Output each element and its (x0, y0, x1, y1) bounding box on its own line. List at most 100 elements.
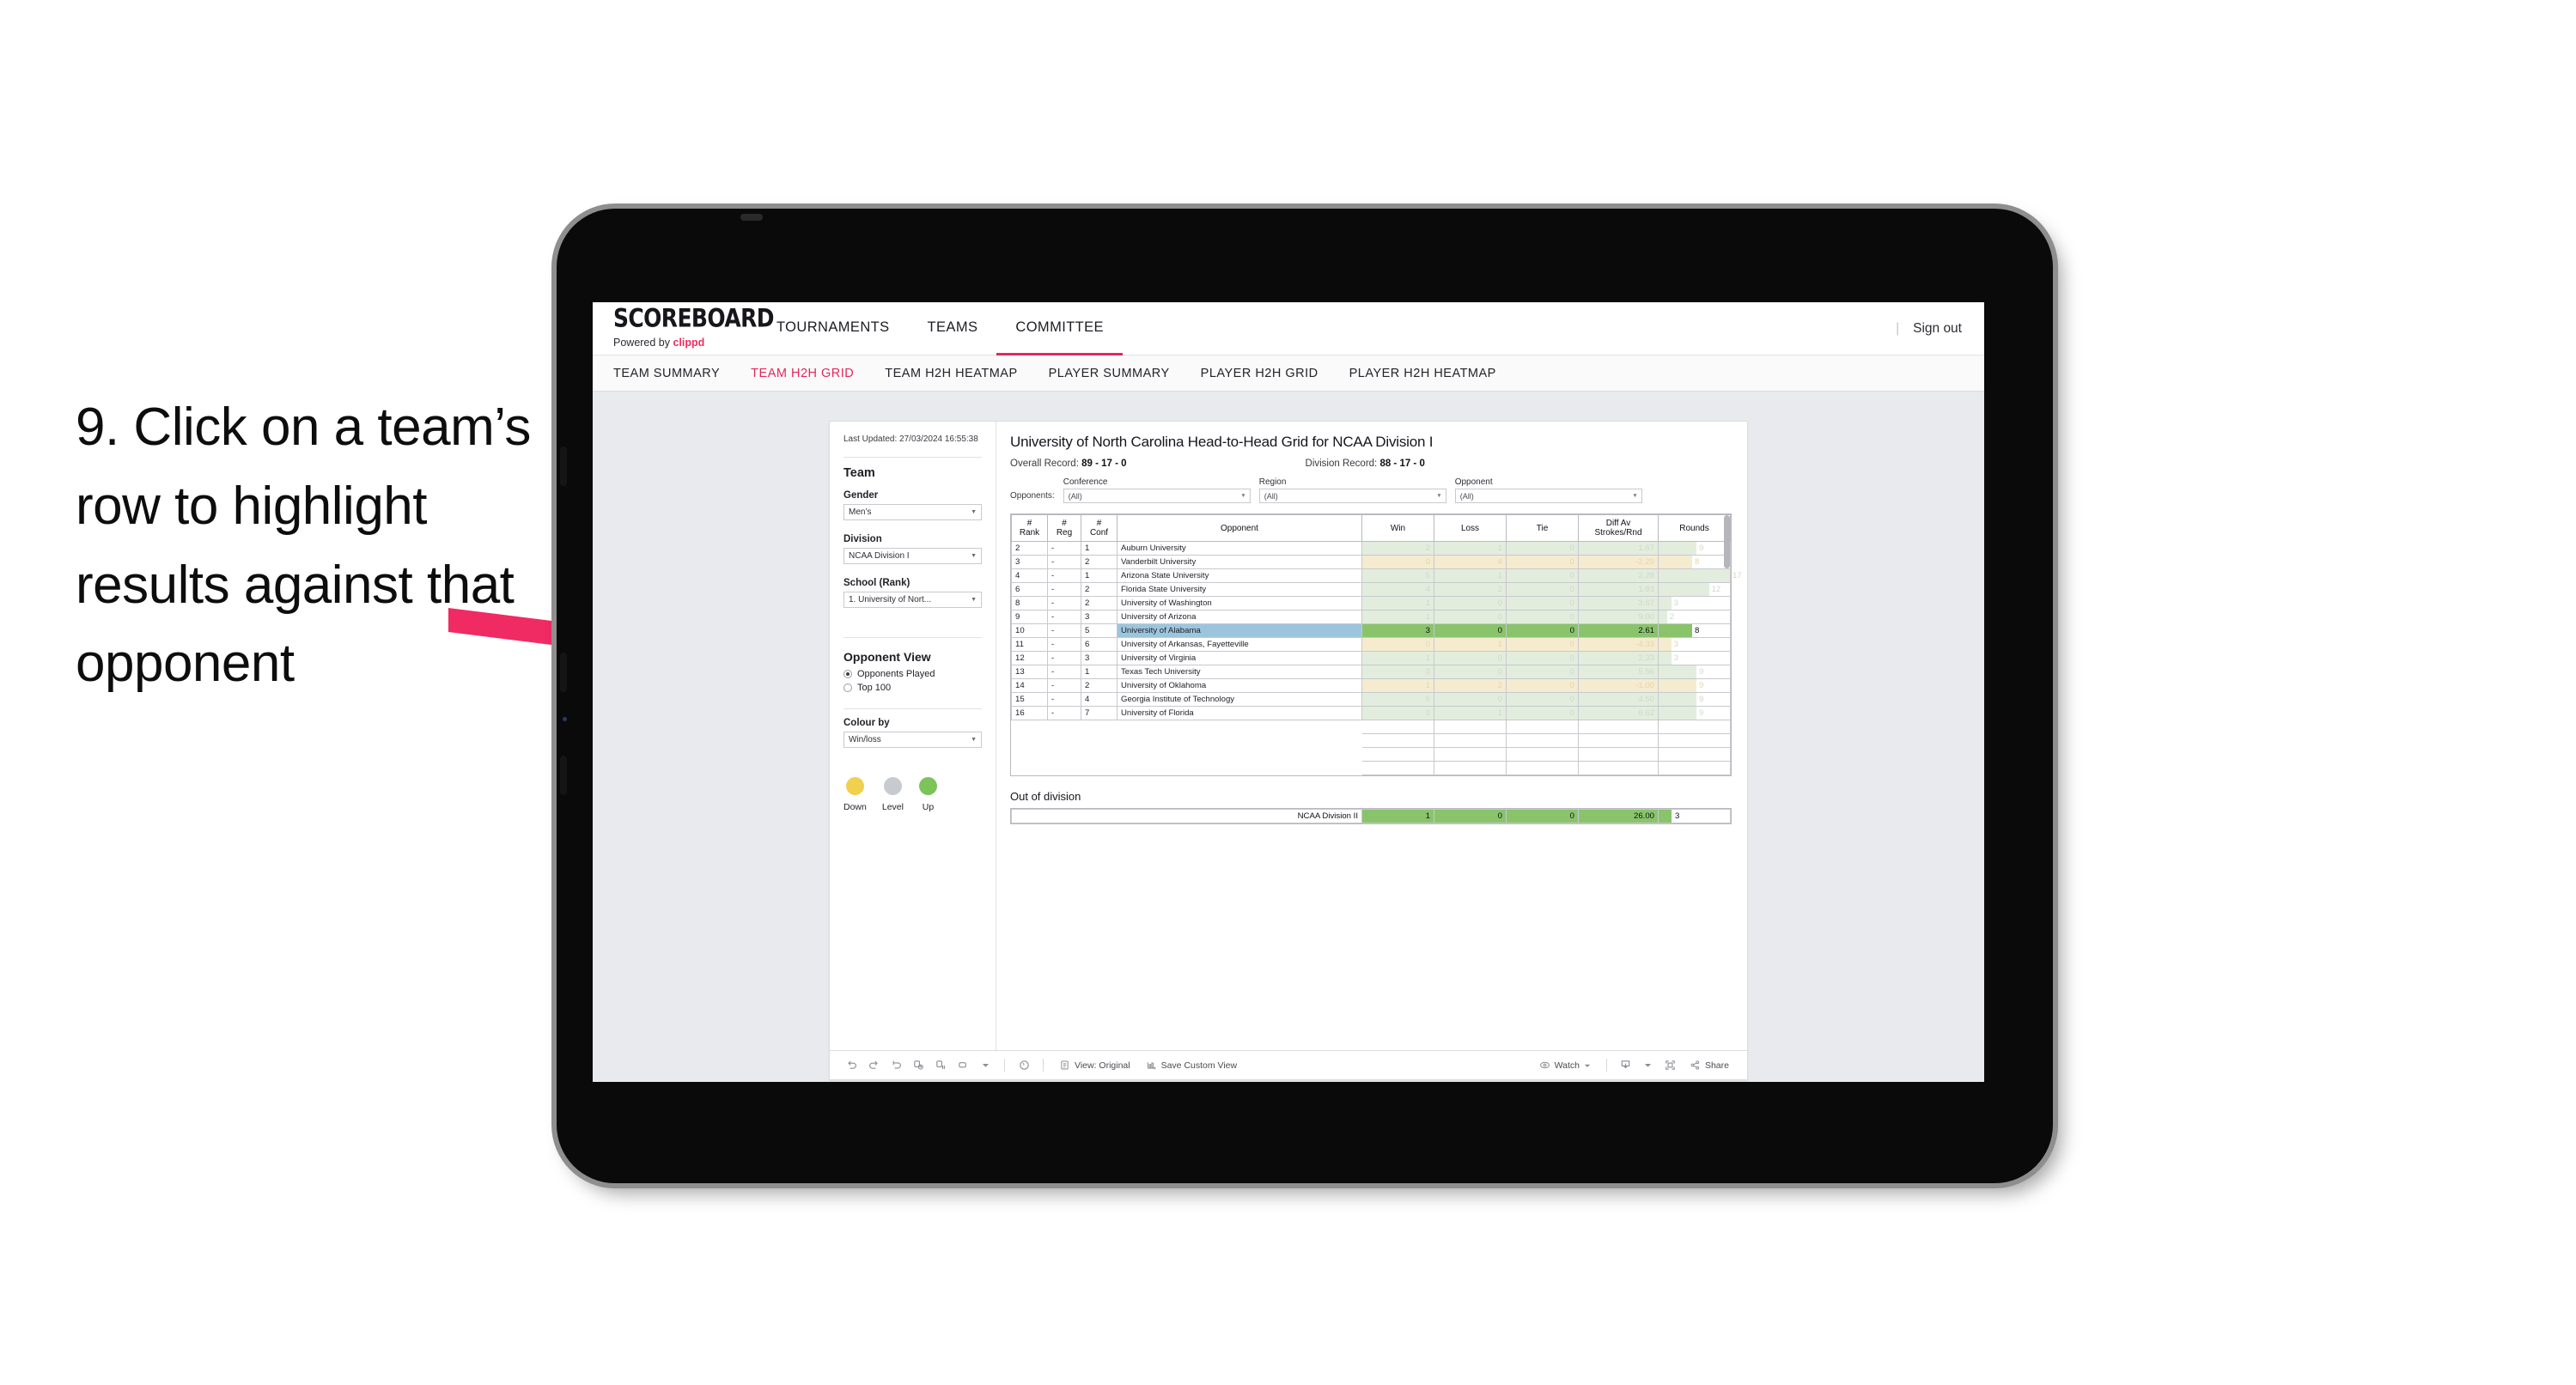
dashboard-card: Last Updated: 27/03/2024 16:55:38 Team G… (829, 421, 1748, 1080)
legend-item-level: Level (882, 776, 904, 814)
table-row[interactable]: 11-6 University of Arkansas, Fayetteville… (1011, 637, 1731, 652)
header-divider: | (1896, 320, 1900, 336)
filter-opponent-select[interactable]: (All) ▼ (1454, 489, 1642, 503)
filter-region-select[interactable]: (All) ▼ (1258, 489, 1446, 503)
table-row[interactable]: 15-4 Georgia Institute of Technology 5 0 0 4.… (1011, 692, 1731, 707)
cell-diff: 3.67 (1578, 596, 1659, 610)
outdiv-cell-loss: 0 (1434, 809, 1507, 823)
app-logo[interactable]: SCOREBOARD Powered by clippd (593, 305, 775, 349)
cell-win: 2 (1361, 541, 1434, 556)
caret-down-icon[interactable] (1637, 1054, 1659, 1077)
refresh-icon[interactable] (907, 1054, 929, 1077)
nav-tab-tournaments[interactable]: TOURNAMENTS (758, 302, 909, 355)
rounds-value: 12 (1711, 585, 1721, 594)
toolbar-separator-1 (1004, 1059, 1005, 1072)
save-custom-view-button[interactable]: Save Custom View (1138, 1060, 1245, 1071)
table-row[interactable]: 2-1 Auburn University 2 1 0 1.67 9 (1011, 541, 1731, 556)
colour-by-select[interactable]: Win/loss ▼ (843, 731, 982, 748)
share-button[interactable]: Share (1682, 1060, 1737, 1071)
cell-loss: 2 (1434, 582, 1507, 597)
download-icon[interactable] (1615, 1054, 1637, 1077)
cell-rounds: 8 (1658, 555, 1731, 569)
h2h-grid-table: # Rank # Reg # Conf Opponent Win Loss Tie D… (1011, 514, 1742, 775)
table-row[interactable]: 6-2 Florida State University 4 2 0 1.83 12 (1011, 582, 1731, 597)
cell-diff: 5.56 (1578, 665, 1659, 679)
caret-down-icon[interactable] (974, 1054, 996, 1077)
cell-rounds: 12 (1658, 582, 1731, 597)
cell-win: 1 (1361, 678, 1434, 693)
rounds-bar (1659, 652, 1672, 665)
cell-empty (1011, 747, 1048, 762)
subnav-team-summary[interactable]: TEAM SUMMARY (613, 367, 720, 380)
cell-rank: 2 (1011, 541, 1048, 556)
school-rank-select[interactable]: 1. University of Nort... ▼ (843, 591, 982, 608)
cell-diff: 2.61 (1578, 623, 1659, 638)
division-select[interactable]: NCAA Division I ▼ (843, 547, 982, 564)
radio-opponents-played[interactable]: Opponents Played (843, 669, 982, 679)
cell-empty (1011, 733, 1048, 748)
table-row[interactable]: 8-2 University of Washington 1 0 0 3.67 3 (1011, 596, 1731, 610)
legend-dot-up-icon (918, 776, 937, 795)
rounds-value: 3 (1674, 811, 1680, 821)
cell-empty (1011, 761, 1048, 775)
outdiv-cell-diff: 26.00 (1578, 809, 1659, 823)
cell-opponent: University of Washington (1117, 596, 1362, 610)
cell-opponent: Auburn University (1117, 541, 1362, 556)
subnav-player-summary[interactable]: PLAYER SUMMARY (1049, 367, 1170, 380)
sign-out-link[interactable]: Sign out (1913, 321, 1962, 337)
cell-loss: 0 (1434, 665, 1507, 679)
table-row[interactable]: 4-1 Arizona State University 5 1 0 2.28 17 (1011, 568, 1742, 583)
cell-empty (1047, 733, 1081, 748)
rounds-value: 17 (1733, 571, 1742, 580)
rounds-value: 3 (1673, 640, 1678, 649)
nav-tab-committee[interactable]: COMMITTEE (996, 302, 1123, 355)
rounds-value: 3 (1673, 653, 1678, 663)
pause-icon[interactable] (929, 1054, 952, 1077)
filter-conference-select[interactable]: (All) ▼ (1063, 489, 1251, 503)
comment-icon[interactable] (1013, 1054, 1035, 1077)
cell-diff: -1.00 (1578, 678, 1659, 693)
cell-rank: 8 (1011, 596, 1048, 610)
filter-opponent-label: Opponent (1454, 477, 1493, 487)
cell-diff: 4.50 (1578, 692, 1659, 707)
fullscreen-icon[interactable] (1659, 1054, 1682, 1077)
table-row[interactable]: 9-3 University of Arizona 1 0 0 9.00 2 (1011, 610, 1731, 624)
subnav-player-h2h-heatmap[interactable]: PLAYER H2H HEATMAP (1349, 367, 1496, 380)
filter-conference-label: Conference (1063, 477, 1108, 487)
cell-empty (1081, 747, 1117, 762)
table-row[interactable]: 12-3 University of Virginia 1 0 0 2.33 3 (1011, 651, 1731, 665)
cell-rank: 12 (1011, 651, 1048, 665)
subnav-player-h2h-grid[interactable]: PLAYER H2H GRID (1201, 367, 1318, 380)
table-vertical-scrollbar[interactable] (1724, 515, 1730, 568)
overall-record-label: Overall Record: (1010, 459, 1082, 469)
watch-label: Watch (1554, 1060, 1580, 1071)
radio-top-100[interactable]: Top 100 (843, 683, 982, 693)
h2h-grid-table-wrapper[interactable]: # Rank # Reg # Conf Opponent Win Loss Tie D… (1010, 513, 1742, 776)
cell-conf: 2 (1081, 596, 1117, 610)
revert-icon[interactable] (885, 1054, 907, 1077)
out-of-division-row[interactable]: NCAA Division II 1 0 0 26.00 3 (1011, 809, 1731, 823)
table-row[interactable]: 13-1 Texas Tech University 3 0 0 5.56 9 (1011, 665, 1731, 679)
gender-select[interactable]: Men’s ▼ (843, 503, 982, 520)
cell-empty (1047, 761, 1081, 775)
table-row[interactable]: 10-5 University of Alabama 3 0 0 2.61 8 (1011, 623, 1731, 638)
redo-icon[interactable] (862, 1054, 885, 1077)
cell-conf: 1 (1081, 541, 1117, 556)
cell-rounds: 3 (1658, 596, 1731, 610)
cell-loss: 1 (1434, 541, 1507, 556)
view-original-button[interactable]: View: Original (1051, 1060, 1138, 1071)
rounds-bar (1659, 665, 1696, 678)
table-row[interactable]: 3-2 Vanderbilt University 0 4 0 -2.29 8 (1011, 555, 1731, 569)
watch-button[interactable]: Watch (1532, 1060, 1599, 1071)
cell-rounds: 9 (1658, 665, 1731, 679)
nav-tab-teams[interactable]: TEAMS (909, 302, 997, 355)
toolbar-separator-2 (1043, 1059, 1044, 1072)
subnav-team-h2h-grid[interactable]: TEAM H2H GRID (751, 367, 854, 380)
cell-conf: 7 (1081, 706, 1117, 720)
table-row[interactable]: 14-2 University of Oklahoma 1 2 0 -1.00 9 (1011, 678, 1731, 693)
table-row[interactable]: 16-7 University of Florida 3 1 0 6.62 9 (1011, 706, 1731, 720)
subnav-team-h2h-heatmap[interactable]: TEAM H2H HEATMAP (885, 367, 1017, 380)
zoom-icon[interactable] (952, 1054, 974, 1077)
undo-icon[interactable] (840, 1054, 862, 1077)
cell-tie: 0 (1506, 637, 1579, 652)
